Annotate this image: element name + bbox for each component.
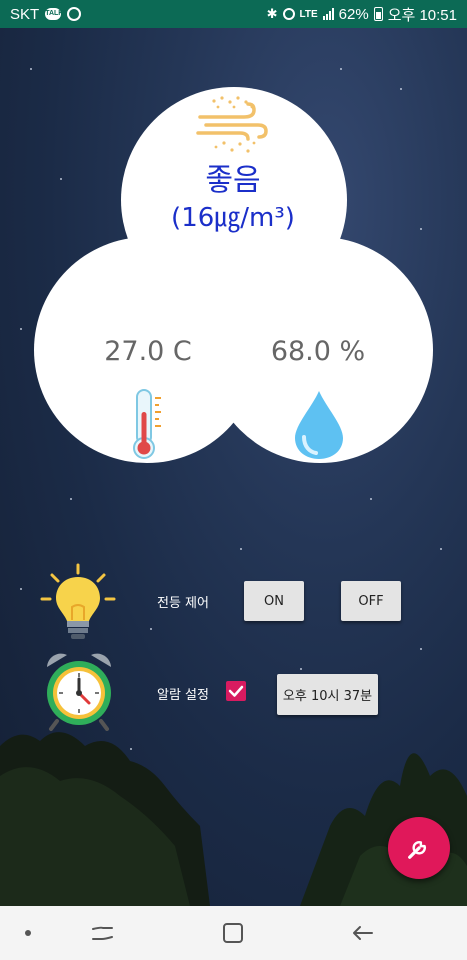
light-off-button[interactable]: OFF [341,581,401,621]
alarm-checkbox[interactable] [226,681,246,701]
settings-fab[interactable] [388,817,450,879]
recent-apps-icon[interactable] [88,918,118,948]
water-drop-icon [295,391,343,459]
alarm-clock-icon [47,653,111,731]
nav-indicator-dot [25,930,31,936]
status-bar: SKT TALK ✱ LTE 62% 오후 10:51 [0,0,467,28]
battery-icon [373,7,383,21]
clock-time: 오후 10:51 [387,6,457,24]
bluetooth-icon: ✱ [266,6,278,21]
temperature-value: 27.0 C [104,336,192,367]
back-icon[interactable] [348,918,378,948]
alarm-status-icon-right [282,8,295,20]
alarm-time-button[interactable]: 오후 10시 37분 [277,674,378,715]
thermometer-icon [133,389,161,459]
carrier-label: SKT [10,5,40,23]
light-control-label: 전등 제어 [157,596,209,611]
check-icon [228,685,244,697]
alarm-setting-label: 알람 설정 [157,688,209,703]
air-quality-value: (16㎍/m³) [171,203,295,233]
air-quality-status: 좋음 [205,163,261,198]
network-type-label: LTE [299,8,318,20]
light-on-button[interactable]: ON [244,581,304,621]
light-bulb-icon [40,563,116,639]
wrench-icon [408,840,427,859]
battery-percent: 62% [338,5,369,23]
wind-dust-icon [196,96,268,153]
alarm-status-icon [67,7,82,21]
humidity-value: 68.0 % [270,336,366,367]
home-icon[interactable] [218,918,248,948]
tree-silhouette [0,732,467,906]
talk-notification-icon: TALK [45,8,63,20]
signal-icon [322,8,334,20]
